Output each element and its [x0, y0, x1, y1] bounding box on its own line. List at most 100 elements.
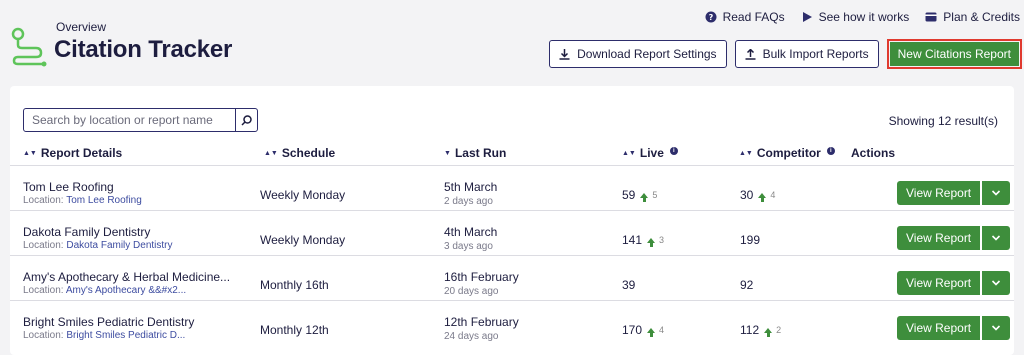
competitor-info-icon[interactable]: i [826, 147, 835, 155]
column-report-details[interactable]: ▲▼ Report Details [23, 146, 122, 160]
competitor-value: 199 [740, 233, 761, 247]
report-location: Location: Tom Lee Roofing [23, 195, 142, 206]
top-actions: Download Report Settings Bulk Import Rep… [549, 39, 1024, 69]
new-citations-report-highlight: New Citations Report [886, 39, 1022, 69]
svg-text:?: ? [708, 13, 713, 22]
sort-icon: ▲▼ [264, 149, 278, 157]
row-actions-dropdown[interactable] [982, 271, 1011, 295]
report-location: Location: Dakota Family Dentistry [23, 240, 173, 251]
live-info-icon[interactable]: i [669, 147, 678, 155]
live-value: 170 [622, 323, 643, 337]
chevron-down-icon [992, 235, 1001, 241]
location-link[interactable]: Amy's Apothecary &&#x2... [66, 285, 186, 296]
location-prefix: Location: [23, 195, 64, 206]
sort-icon: ▲▼ [23, 149, 37, 157]
report-name[interactable]: Amy's Apothecary & Herbal Medicine... [23, 270, 230, 284]
bulk-import-reports-button[interactable]: Bulk Import Reports [734, 40, 879, 68]
column-last-run[interactable]: ▼ Last Run [444, 146, 506, 160]
sort-desc-icon: ▼ [444, 149, 451, 157]
search-input[interactable] [24, 109, 235, 131]
row-actions-dropdown[interactable] [982, 316, 1011, 340]
location-link[interactable]: Tom Lee Roofing [66, 195, 142, 206]
last-run-date: 4th March [444, 225, 498, 239]
last-run-date: 5th March [444, 180, 498, 194]
column-live[interactable]: ▲▼ Live i [622, 146, 678, 160]
location-link[interactable]: Bright Smiles Pediatric D... [66, 330, 185, 341]
increase-delta: 3 [647, 235, 665, 247]
competitor-count: 92 [740, 278, 753, 292]
upload-icon [745, 48, 756, 60]
report-name[interactable]: Dakota Family Dentistry [23, 225, 150, 239]
view-report-button[interactable]: View Report [897, 316, 981, 340]
search-button[interactable] [235, 109, 257, 131]
page-title: Citation Tracker [54, 36, 233, 63]
reports-card: Showing 12 result(s) ▲▼ Report Details ▲… [10, 86, 1014, 355]
location-link[interactable]: Dakota Family Dentistry [66, 240, 172, 251]
up-arrow-icon [764, 327, 773, 337]
new-citations-report-button[interactable]: New Citations Report [889, 42, 1019, 66]
location-prefix: Location: [23, 285, 64, 296]
last-run-relative: 3 days ago [444, 241, 493, 252]
see-how-it-works-link[interactable]: See how it works [801, 10, 910, 24]
live-count: 39 [622, 278, 635, 292]
column-actions-label: Actions [851, 146, 896, 160]
read-faqs-link[interactable]: ? Read FAQs [705, 10, 785, 24]
column-competitor[interactable]: ▲▼ Competitor i [739, 146, 835, 160]
location-prefix: Location: [23, 330, 64, 341]
bulk-import-reports-label: Bulk Import Reports [762, 47, 869, 61]
search-icon [241, 114, 252, 126]
column-report-details-label: Report Details [40, 146, 123, 160]
competitor-count: 199 [740, 233, 760, 247]
live-value: 39 [622, 278, 636, 292]
view-report-button[interactable]: View Report [897, 226, 981, 250]
increase-delta: 2 [764, 325, 782, 337]
table-row: Dakota Family Dentistry Location: Dakota… [10, 210, 1014, 255]
increase-delta: 4 [647, 325, 665, 337]
chevron-down-icon [992, 325, 1001, 331]
increase-delta: 5 [640, 190, 657, 202]
citation-tracker-logo-icon [11, 27, 47, 67]
table-row: Bright Smiles Pediatric Dentistry Locati… [10, 300, 1014, 345]
row-actions-dropdown[interactable] [982, 181, 1011, 205]
competitor-value: 92 [740, 278, 754, 292]
delta-value: 3 [659, 235, 665, 245]
competitor-value: 112 [740, 323, 760, 337]
view-report-button[interactable]: View Report [897, 271, 981, 295]
competitor-count: 30 4 [740, 188, 775, 202]
row-actions-dropdown[interactable] [982, 226, 1011, 250]
download-report-settings-button[interactable]: Download Report Settings [549, 40, 727, 68]
credit-card-icon [925, 12, 937, 22]
increase-delta: 4 [758, 190, 776, 202]
plan-credits-label: Plan & Credits [943, 10, 1020, 24]
search-box [23, 108, 258, 132]
table-row: Tom Lee Roofing Location: Tom Lee Roofin… [10, 165, 1014, 210]
read-faqs-label: Read FAQs [722, 10, 785, 24]
column-schedule-label: Schedule [281, 146, 336, 160]
report-name[interactable]: Tom Lee Roofing [23, 180, 114, 194]
play-icon [802, 12, 812, 22]
table-header: ▲▼ Report Details ▲▼ Schedule ▼ Last Run… [10, 144, 1014, 166]
up-arrow-icon [647, 237, 656, 247]
competitor-value: 30 [740, 188, 754, 202]
delta-value: 4 [770, 190, 776, 200]
plan-credits-link[interactable]: Plan & Credits [925, 10, 1020, 24]
view-report-button[interactable]: View Report [897, 181, 981, 205]
delta-value: 2 [776, 325, 782, 335]
brand: Overview Citation Tracker [8, 20, 233, 67]
live-count: 141 3 [622, 233, 664, 247]
last-run-relative: 24 days ago [444, 331, 499, 342]
download-report-settings-label: Download Report Settings [577, 47, 717, 61]
up-arrow-icon [758, 192, 767, 202]
location-prefix: Location: [23, 240, 64, 251]
live-count: 59 5 [622, 188, 657, 202]
column-schedule[interactable]: ▲▼ Schedule [264, 146, 335, 160]
breadcrumb-overview: Overview [56, 20, 107, 34]
delta-value: 4 [659, 325, 665, 335]
live-count: 170 4 [622, 323, 664, 337]
top-links: ? Read FAQs See how it works Plan & Cred… [705, 10, 1020, 24]
report-name[interactable]: Bright Smiles Pediatric Dentistry [23, 315, 194, 329]
column-live-label: Live [639, 146, 664, 160]
schedule-value: Monthly 16th [260, 278, 329, 292]
see-how-it-works-label: See how it works [818, 10, 910, 24]
question-circle-icon: ? [705, 11, 717, 23]
